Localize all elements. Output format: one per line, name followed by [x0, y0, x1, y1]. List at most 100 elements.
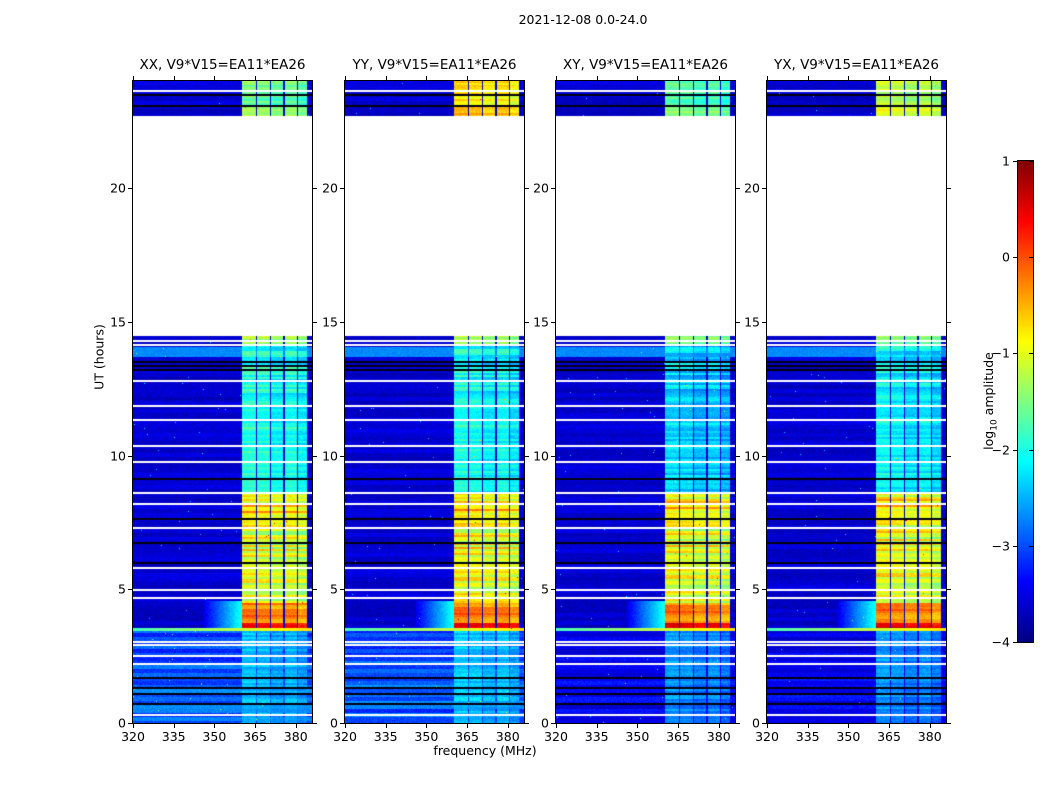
colorbar-tick-mark	[1013, 642, 1017, 643]
x-tick-mark	[767, 76, 768, 80]
colorbar-tick-mark	[1013, 353, 1017, 354]
y-tick-mark	[947, 589, 951, 590]
x-tick-label: 320	[755, 729, 779, 744]
x-tick-label: 335	[795, 729, 820, 744]
y-tick-mark	[551, 456, 555, 457]
x-tick-label: 365	[243, 729, 267, 744]
y-tick-mark	[947, 322, 951, 323]
x-tick-label: 380	[283, 729, 308, 744]
x-tick-mark	[214, 76, 215, 80]
y-tick-mark	[947, 456, 951, 457]
x-tick-mark	[426, 724, 427, 728]
x-tick-mark	[637, 76, 638, 80]
y-tick-mark	[340, 456, 344, 457]
x-tick-mark	[889, 724, 890, 728]
x-tick-mark	[678, 76, 679, 80]
colorbar-tick-label: −2	[991, 442, 1010, 458]
y-tick-mark	[128, 589, 132, 590]
y-tick-label: 5	[541, 581, 549, 597]
x-tick-mark	[467, 724, 468, 728]
y-tick-mark	[340, 723, 344, 724]
x-tick-label: 365	[666, 729, 690, 744]
x-tick-label: 320	[121, 729, 145, 744]
y-tick-label: 5	[752, 581, 760, 597]
spectrogram-canvas-yx	[767, 81, 946, 723]
x-tick-mark	[214, 724, 215, 728]
colorbar-tick-mark	[1029, 257, 1033, 258]
x-tick-mark	[174, 76, 175, 80]
x-tick-label: 320	[544, 729, 568, 744]
y-tick-label: 20	[533, 180, 549, 196]
x-tick-mark	[133, 76, 134, 80]
colorbar-tick-label: −3	[991, 538, 1010, 554]
x-tick-mark	[930, 724, 931, 728]
x-tick-mark	[345, 76, 346, 80]
y-tick-mark	[551, 188, 555, 189]
y-tick-mark	[340, 589, 344, 590]
y-tick-mark	[128, 456, 132, 457]
x-tick-mark	[719, 76, 720, 80]
y-tick-mark	[340, 322, 344, 323]
y-tick-mark	[128, 188, 132, 189]
x-tick-mark	[255, 724, 256, 728]
colorbar-tick-mark	[1029, 546, 1033, 547]
panel-title-yx: YX, V9*V15=EA11*EA26	[773, 57, 940, 73]
y-tick-mark	[762, 723, 766, 724]
colorbar	[1017, 160, 1034, 643]
y-tick-mark	[128, 723, 132, 724]
y-tick-label: 10	[744, 448, 760, 463]
x-tick-label: 365	[877, 729, 901, 744]
colorbar-canvas	[1018, 161, 1033, 642]
colorbar-tick-mark	[1013, 161, 1017, 162]
x-tick-mark	[808, 76, 809, 80]
colorbar-tick-mark	[1029, 353, 1033, 354]
colorbar-tick-mark	[1013, 257, 1017, 258]
x-tick-label: 380	[917, 729, 942, 744]
x-tick-label: 320	[333, 729, 357, 744]
x-axis-label: frequency (MHz)	[433, 743, 537, 758]
colorbar-tick-mark	[1029, 161, 1033, 162]
x-tick-label: 335	[584, 729, 609, 744]
y-tick-label: 20	[322, 180, 338, 196]
x-tick-mark	[508, 76, 509, 80]
figure: 2021-12-08 0.0-24.0 XX, V9*V15=EA11*EA26…	[0, 0, 1050, 800]
y-tick-mark	[947, 723, 951, 724]
x-tick-mark	[597, 76, 598, 80]
y-tick-mark	[128, 322, 132, 323]
y-tick-mark	[762, 589, 766, 590]
x-tick-label: 380	[706, 729, 731, 744]
x-tick-mark	[930, 76, 931, 80]
colorbar-label: log10 amplitude	[981, 352, 1000, 450]
y-tick-label: 20	[110, 180, 126, 196]
panel-title-yy: YY, V9*V15=EA11*EA26	[352, 57, 517, 73]
y-tick-label: 10	[533, 448, 549, 463]
x-tick-mark	[386, 76, 387, 80]
x-tick-label: 365	[455, 729, 479, 744]
colorbar-tick-mark	[1013, 450, 1017, 451]
y-tick-mark	[762, 456, 766, 457]
x-tick-label: 335	[373, 729, 398, 744]
x-tick-mark	[386, 724, 387, 728]
y-tick-mark	[762, 188, 766, 189]
x-tick-mark	[426, 76, 427, 80]
y-tick-mark	[947, 188, 951, 189]
y-tick-label: 10	[110, 448, 126, 463]
colorbar-tick-label: −4	[991, 634, 1010, 650]
colorbar-tick-label: 1	[1002, 153, 1010, 169]
x-tick-mark	[597, 724, 598, 728]
y-tick-mark	[551, 723, 555, 724]
x-tick-mark	[174, 724, 175, 728]
y-tick-label: 20	[744, 180, 760, 196]
spectrogram-panel-xx: XX, V9*V15=EA11*EA26	[132, 57, 313, 724]
y-tick-label: 5	[330, 581, 338, 597]
x-tick-mark	[719, 724, 720, 728]
x-tick-mark	[767, 724, 768, 728]
y-tick-label: 15	[744, 314, 760, 330]
x-tick-label: 380	[495, 729, 520, 744]
spectrogram-panel-xy: XY, V9*V15=EA11*EA26	[555, 57, 736, 724]
panel-title-xx: XX, V9*V15=EA11*EA26	[139, 57, 306, 73]
y-tick-label: 5	[118, 581, 126, 597]
y-tick-label: 15	[110, 314, 126, 330]
x-tick-mark	[889, 76, 890, 80]
y-tick-label: 10	[322, 448, 338, 463]
